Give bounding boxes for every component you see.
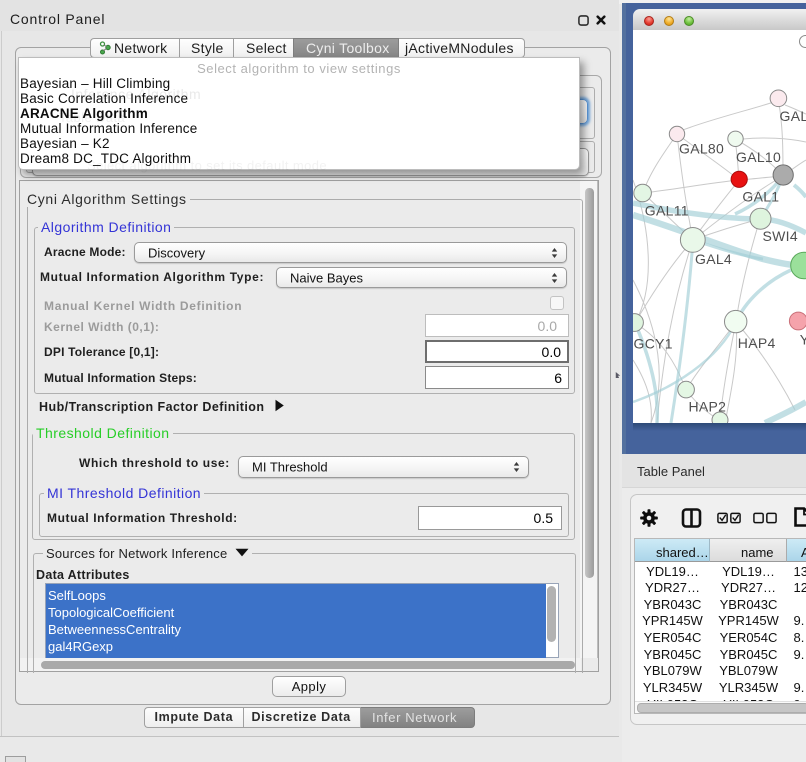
svg-text:HAP2: HAP2 <box>689 399 727 415</box>
svg-text:GAL80: GAL80 <box>679 141 724 157</box>
svg-text:GAL7: GAL7 <box>780 108 806 124</box>
svg-text:GAL4: GAL4 <box>695 251 732 267</box>
svg-text:GCY1: GCY1 <box>634 336 673 352</box>
svg-text:GAL1: GAL1 <box>742 189 779 205</box>
svg-text:Y: Y <box>800 332 806 348</box>
svg-text:GAL10: GAL10 <box>736 149 781 165</box>
svg-text:GAL11: GAL11 <box>645 203 689 219</box>
svg-text:SWI4: SWI4 <box>763 228 798 244</box>
svg-text:HAP4: HAP4 <box>738 335 776 351</box>
